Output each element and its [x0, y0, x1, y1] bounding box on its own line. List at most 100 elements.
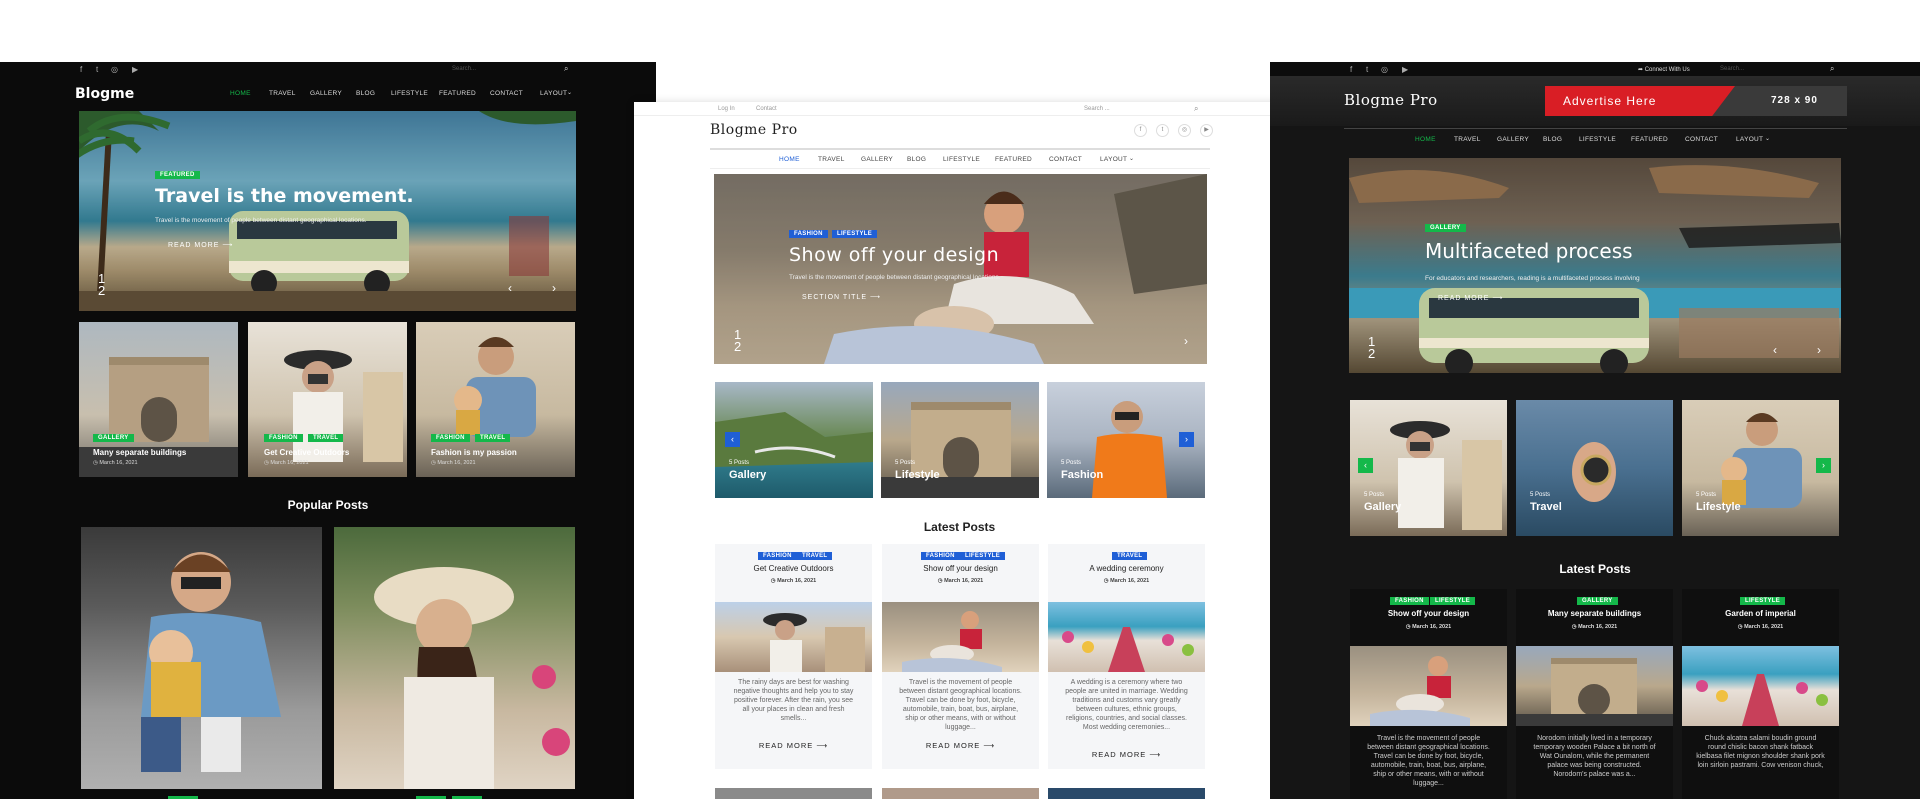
- brand-logo[interactable]: Blogme Pro: [710, 122, 798, 138]
- nav-featured[interactable]: FEATURED: [995, 156, 1032, 163]
- instagram-icon[interactable]: ◎: [111, 65, 118, 74]
- instagram-icon[interactable]: ◎: [1178, 124, 1191, 137]
- nav-travel[interactable]: TRAVEL: [818, 156, 845, 163]
- youtube-icon[interactable]: ▶: [1402, 65, 1408, 74]
- nav-contact[interactable]: CONTACT: [1049, 156, 1082, 163]
- facebook-icon[interactable]: f: [1350, 65, 1352, 74]
- post-tag[interactable]: FASHION: [758, 552, 797, 560]
- hero-title[interactable]: Multifaceted process: [1425, 239, 1633, 263]
- hero-slider[interactable]: FEATURED Travel is the movement. Travel …: [79, 111, 576, 311]
- facebook-icon[interactable]: f: [80, 65, 82, 74]
- tile-tag[interactable]: GALLERY: [93, 434, 134, 442]
- hero-tag[interactable]: GALLERY: [1425, 224, 1466, 232]
- read-more-link[interactable]: READ MORE ⟶: [168, 241, 233, 249]
- brand-logo[interactable]: Blogme Pro: [1344, 91, 1438, 109]
- popular-post-image[interactable]: [81, 527, 322, 789]
- category-tile[interactable]: 5 Posts Travel: [1516, 400, 1673, 536]
- nav-travel[interactable]: TRAVEL: [269, 90, 296, 97]
- tile-tag[interactable]: FASHION: [431, 434, 470, 442]
- twitter-icon[interactable]: t: [1366, 65, 1368, 74]
- nav-gallery[interactable]: GALLERY: [310, 90, 342, 97]
- prev-arrow-icon[interactable]: ‹: [1773, 343, 1777, 357]
- nav-travel[interactable]: TRAVEL: [1454, 136, 1481, 143]
- hero-tag[interactable]: FASHION: [789, 230, 828, 238]
- nav-layout[interactable]: LAYOUT: [540, 90, 567, 97]
- hero-title[interactable]: Show off your design: [789, 244, 999, 266]
- read-more-link[interactable]: READ MORE ⟶: [882, 741, 1039, 750]
- nav-home[interactable]: HOME: [1415, 136, 1436, 143]
- search-input[interactable]: Search...: [452, 66, 476, 72]
- carousel-next-button[interactable]: ›: [1816, 458, 1831, 473]
- tile-tag[interactable]: TRAVEL: [475, 434, 511, 442]
- post-tag[interactable]: LIFESTYLE: [960, 552, 1006, 560]
- twitter-icon[interactable]: t: [96, 65, 98, 74]
- youtube-icon[interactable]: ▶: [132, 65, 138, 74]
- category-name[interactable]: Lifestyle: [895, 469, 940, 481]
- post-title[interactable]: A wedding ceremony: [1048, 564, 1205, 573]
- carousel-prev-button[interactable]: ‹: [725, 432, 740, 447]
- search-input[interactable]: Search...: [1720, 66, 1744, 72]
- post-title[interactable]: Many separate buildings: [1516, 609, 1673, 618]
- read-more-link[interactable]: READ MORE ⟶: [1048, 750, 1205, 759]
- nav-gallery[interactable]: GALLERY: [1497, 136, 1529, 143]
- post-tag[interactable]: LIFESTYLE: [1430, 597, 1476, 605]
- prev-arrow-icon[interactable]: ‹: [508, 281, 512, 295]
- post-title[interactable]: Get Creative Outdoors: [715, 564, 872, 573]
- category-name[interactable]: Lifestyle: [1696, 501, 1741, 513]
- category-tile[interactable]: ‹ 5 Posts Gallery: [1350, 400, 1507, 536]
- hero-slider[interactable]: GALLERY Multifaceted process For educato…: [1349, 158, 1841, 373]
- post-image[interactable]: [1350, 646, 1507, 726]
- post-tile[interactable]: GALLERY Many separate buildings ◷ March …: [79, 322, 238, 477]
- hero-tag[interactable]: FEATURED: [155, 171, 200, 179]
- carousel-next-button[interactable]: ›: [1179, 432, 1194, 447]
- post-tag[interactable]: FASHION: [921, 552, 960, 560]
- post-title[interactable]: Show off your design: [882, 564, 1039, 573]
- category-tile[interactable]: 5 Posts Lifestyle: [881, 382, 1039, 498]
- tile-title[interactable]: Fashion is my passion: [431, 448, 517, 457]
- nav-lifestyle[interactable]: LIFESTYLE: [1579, 136, 1616, 143]
- search-input[interactable]: Search ...: [1084, 106, 1110, 112]
- tile-tag[interactable]: FASHION: [264, 434, 303, 442]
- search-icon[interactable]: ⌕: [564, 64, 568, 74]
- post-tag[interactable]: GALLERY: [1577, 597, 1618, 605]
- nav-featured[interactable]: FEATURED: [439, 90, 476, 97]
- nav-blog[interactable]: BLOG: [907, 156, 926, 163]
- carousel-prev-button[interactable]: ‹: [1358, 458, 1373, 473]
- nav-home[interactable]: HOME: [779, 156, 800, 163]
- post-tile[interactable]: FASHION TRAVEL Fashion is my passion ◷ M…: [416, 322, 575, 477]
- nav-blog[interactable]: BLOG: [1543, 136, 1562, 143]
- nav-home[interactable]: HOME: [230, 90, 251, 97]
- post-tag[interactable]: TRAVEL: [797, 552, 833, 560]
- nav-lifestyle[interactable]: LIFESTYLE: [943, 156, 980, 163]
- hero-title[interactable]: Travel is the movement.: [155, 185, 414, 207]
- category-name[interactable]: Gallery: [729, 469, 766, 481]
- section-title-link[interactable]: SECTION TITLE ⟶: [802, 293, 881, 301]
- youtube-icon[interactable]: ▶: [1200, 124, 1213, 137]
- category-tile[interactable]: ‹ 5 Posts Gallery: [715, 382, 873, 498]
- tile-title[interactable]: Get Creative Outdoors: [264, 448, 349, 457]
- post-image[interactable]: [1682, 646, 1839, 726]
- post-title[interactable]: Garden of imperial: [1682, 609, 1839, 618]
- post-tag[interactable]: LIFESTYLE: [1740, 597, 1786, 605]
- post-title[interactable]: Show off your design: [1350, 609, 1507, 618]
- nav-layout[interactable]: LAYOUT: [1100, 156, 1127, 163]
- category-name[interactable]: Fashion: [1061, 469, 1103, 481]
- post-image[interactable]: [715, 602, 872, 672]
- post-image[interactable]: [1516, 646, 1673, 726]
- hero-slider[interactable]: FASHION LIFESTYLE Show off your design T…: [714, 174, 1207, 364]
- instagram-icon[interactable]: ◎: [1381, 65, 1388, 74]
- next-arrow-icon[interactable]: ›: [552, 281, 556, 295]
- read-more-link[interactable]: READ MORE ⟶: [1438, 294, 1503, 302]
- read-more-link[interactable]: READ MORE ⟶: [715, 741, 872, 750]
- post-image[interactable]: [1048, 602, 1205, 672]
- post-tile[interactable]: FASHION TRAVEL Get Creative Outdoors ◷ M…: [248, 322, 407, 477]
- twitter-icon[interactable]: t: [1156, 124, 1169, 137]
- category-tile[interactable]: › 5 Posts Fashion: [1047, 382, 1205, 498]
- category-name[interactable]: Gallery: [1364, 501, 1401, 513]
- contact-link[interactable]: Contact: [756, 106, 777, 112]
- tile-tag[interactable]: TRAVEL: [308, 434, 344, 442]
- nav-lifestyle[interactable]: LIFESTYLE: [391, 90, 428, 97]
- connect-with-us[interactable]: ➦ Connect With Us: [1638, 66, 1690, 73]
- nav-featured[interactable]: FEATURED: [1631, 136, 1668, 143]
- next-arrow-icon[interactable]: ›: [1817, 343, 1821, 357]
